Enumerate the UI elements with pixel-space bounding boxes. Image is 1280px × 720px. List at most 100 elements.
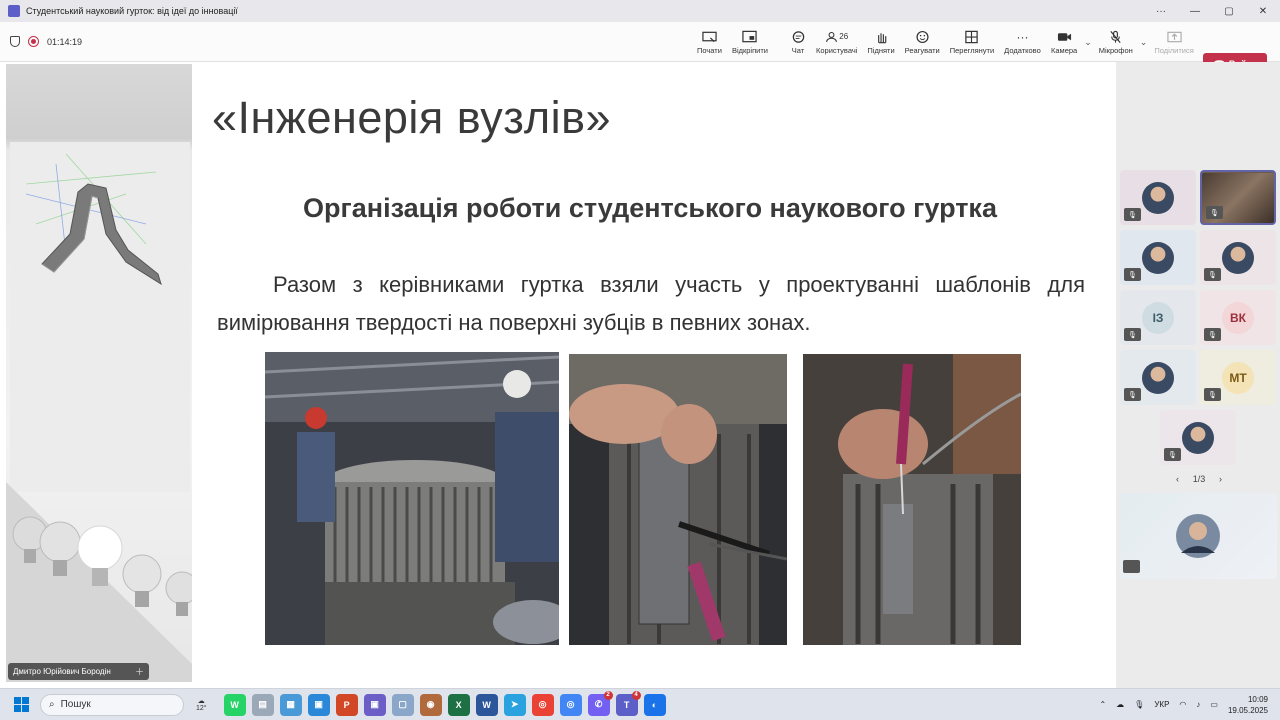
participant-tile[interactable]: 🎙 [1200, 230, 1276, 285]
photo-workers-gear [265, 352, 559, 645]
participant-photo-avatar [1222, 241, 1254, 274]
participant-tile[interactable]: 🎙 [1200, 170, 1276, 225]
powerpoint-icon[interactable]: P [335, 693, 358, 716]
more-button[interactable]: ··· Додатково [999, 22, 1046, 62]
participant-photo-avatar [1142, 361, 1174, 394]
prev-page-button[interactable]: ‹ [1176, 474, 1179, 484]
excel-icon[interactable]: X [447, 693, 470, 716]
files-icon[interactable]: ▤ [251, 693, 274, 716]
slide-decoration-art [6, 142, 199, 682]
participant-initials-avatar: ВК [1222, 301, 1254, 334]
smile-icon [914, 30, 930, 44]
browser-icon[interactable]: ◐ [643, 693, 666, 716]
react-button[interactable]: Реагувати [900, 22, 945, 62]
participant-tile[interactable]: МТ 🎙 [1200, 350, 1276, 405]
onedrive-icon[interactable]: ☁ [1116, 700, 1124, 709]
teams-taskbar-icon[interactable]: T4 [615, 690, 641, 716]
share-icon [1166, 30, 1182, 44]
slide-body-text: Разом з керівниками гуртка взяли участь … [217, 272, 1085, 335]
participant-tile[interactable]: 🎙 [1120, 350, 1196, 405]
start-button[interactable]: Почати [692, 22, 727, 62]
shield-icon [10, 36, 20, 47]
participant-tile[interactable]: ІЗ 🎙 [1120, 290, 1196, 345]
next-page-button[interactable]: › [1219, 474, 1222, 484]
more-options-icon[interactable]: ··· [1144, 6, 1178, 17]
windows-start-icon[interactable] [14, 697, 29, 712]
language-indicator[interactable]: УКР [1154, 700, 1169, 709]
expand-icon[interactable]: ＋ [135, 665, 144, 678]
weather-temp: 12° [196, 705, 207, 712]
presenter-name: Дмитро Юрійович Бородін [13, 667, 111, 676]
mic-tray-icon[interactable]: 🎙 [1134, 700, 1144, 709]
mic-muted-icon: 🎙 [1204, 388, 1221, 401]
meeting-toolbar: 01:14:19 Почати Відкріпити Чат 26 Корист… [0, 22, 1280, 75]
participants-pager: ‹ 1/3 › [1176, 474, 1222, 484]
people-icon: 26 [824, 30, 850, 44]
clock-date: 19.05.2025 [1227, 705, 1268, 715]
taskbar-apps: W ▤ ▦ ▣ P ▣ ▢ ◉ X W ➤ ◎ ◎ ✆ 2 T4 ◐ [221, 690, 669, 716]
minimize-button[interactable]: — [1178, 6, 1212, 17]
weather-widget[interactable]: ☁ 12° [196, 697, 207, 712]
mic-muted-icon: 🎙 [1124, 328, 1141, 341]
participant-photo-avatar [1142, 241, 1174, 274]
camera-button[interactable]: Камера [1046, 22, 1082, 62]
present-icon [701, 30, 717, 44]
chat-icon [790, 30, 806, 44]
media-player-icon[interactable]: ◉ [419, 693, 442, 716]
taskbar-search[interactable]: ⌕ Пошук [40, 693, 184, 716]
viber-icon[interactable]: ✆ 2 [587, 690, 613, 716]
mic-options-chevron-icon[interactable]: ⌄ [1140, 37, 1148, 48]
people-count: 26 [839, 31, 849, 41]
teams-icon [8, 5, 20, 17]
participant-tile[interactable]: ВК 🎙 [1200, 290, 1276, 345]
participant-tile[interactable]: 🎙 [1120, 230, 1196, 285]
unpin-label: Відкріпити [731, 45, 768, 55]
camera-options-chevron-icon[interactable]: ⌄ [1084, 37, 1092, 48]
photos-icon[interactable]: ▣ [307, 693, 330, 716]
word-icon[interactable]: W [475, 693, 498, 716]
raise-hand-button[interactable]: Підняти [862, 22, 899, 62]
mic-muted-icon [1108, 30, 1124, 44]
chrome-profile-icon[interactable]: ◎ [559, 693, 582, 716]
grid-icon [964, 30, 980, 44]
self-avatar [1123, 514, 1220, 573]
mic-muted-icon: 🎙 [1124, 208, 1141, 221]
taskbar-clock[interactable]: 10:09 19.05.2025 [1228, 694, 1268, 716]
unpin-button[interactable]: Відкріпити [727, 22, 773, 62]
chrome-icon[interactable]: ◎ [531, 693, 554, 716]
search-icon: ⌕ [49, 699, 55, 710]
calculator-icon[interactable]: ▦ [279, 693, 302, 716]
share-button[interactable]: Поділитися [1149, 22, 1198, 62]
window-title: Студентський науковий гурток: від ідеї д… [26, 6, 238, 16]
weather-icon: ☁ [197, 698, 205, 705]
view-label: Переглянути [949, 45, 995, 55]
save-icon[interactable]: ▣ [363, 693, 386, 716]
people-button[interactable]: 26 Користувачі [811, 22, 862, 62]
wifi-icon[interactable]: ◠ [1179, 700, 1186, 709]
mic-muted-icon: 🎙 [1206, 206, 1223, 219]
whatsapp-icon[interactable]: W [223, 693, 246, 716]
slide-decoration [6, 64, 199, 682]
mic-button[interactable]: Мікрофон [1094, 22, 1138, 62]
view-button[interactable]: Переглянути [945, 22, 999, 62]
mic-muted-icon: 🎙 [1204, 268, 1221, 281]
raise-label: Підняти [867, 45, 895, 55]
volume-icon[interactable]: ♪ [1196, 700, 1200, 709]
participant-tile[interactable]: 🎙 [1160, 410, 1236, 465]
camera-icon [1056, 30, 1072, 44]
viber-badge-icon: 2 [603, 690, 613, 700]
maximize-button[interactable]: ▢ [1212, 6, 1246, 17]
presenter-name-tag: Дмитро Юрійович Бородін ＋ [8, 663, 149, 680]
chat-button[interactable]: Чат [785, 22, 811, 62]
telegram-icon[interactable]: ➤ [503, 693, 526, 716]
battery-icon[interactable]: ▭ [1210, 700, 1218, 709]
remote-desktop-icon[interactable]: ▢ [391, 693, 414, 716]
tray-overflow-chevron-icon[interactable]: ⌃ [1099, 700, 1106, 709]
page-indicator: 1/3 [1192, 474, 1206, 484]
participant-tile[interactable]: 🎙 [1120, 170, 1196, 225]
self-video-tile[interactable] [1119, 493, 1277, 579]
mic-label: Мікрофон [1098, 45, 1133, 55]
react-label: Реагувати [904, 45, 940, 55]
close-button[interactable]: ✕ [1246, 6, 1280, 17]
start-label: Почати [697, 45, 722, 55]
